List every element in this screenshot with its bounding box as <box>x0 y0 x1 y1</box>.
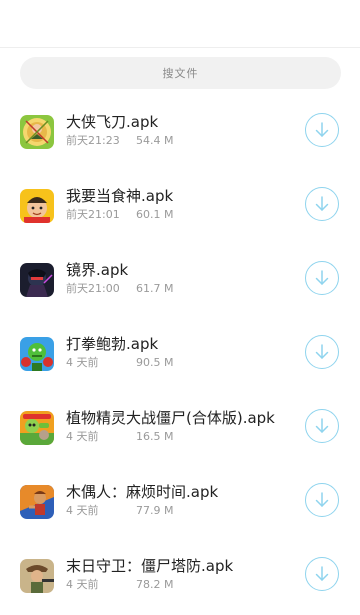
list-item[interactable]: 我要当食神.apk 前天21:01 60.1 M <box>0 171 360 245</box>
download-arrow-icon <box>315 196 329 211</box>
list-item[interactable]: 末日守卫：僵尸塔防.apk 4 天前 78.2 M <box>0 541 360 615</box>
download-button[interactable] <box>305 483 339 517</box>
app-icon-mirror-realm <box>20 263 54 297</box>
download-arrow-icon <box>315 492 329 507</box>
download-button[interactable] <box>305 261 339 295</box>
file-date: 4 天前 <box>66 578 99 591</box>
file-size: 54.4 M <box>136 134 174 147</box>
file-size: 16.5 M <box>136 430 174 443</box>
download-arrow-icon <box>315 418 329 433</box>
file-name: 植物精灵大战僵尸(合体版).apk <box>66 409 275 427</box>
file-size: 78.2 M <box>136 578 174 591</box>
search-placeholder: 搜文件 <box>162 67 199 80</box>
list-item[interactable]: 打拳鲍勃.apk 4 天前 90.5 M <box>0 319 360 393</box>
app-icon-plants-zombies <box>20 411 54 445</box>
download-arrow-icon <box>315 566 329 581</box>
file-list: 大侠飞刀.apk 前天21:23 54.4 M 我要当食神.apk 前天21:0… <box>0 97 360 600</box>
list-item[interactable]: 木偶人：麻烦时间.apk 4 天前 77.9 M <box>0 467 360 541</box>
download-arrow-icon <box>315 122 329 137</box>
download-button[interactable] <box>305 113 339 147</box>
file-name: 木偶人：麻烦时间.apk <box>66 483 219 501</box>
file-date: 4 天前 <box>66 356 99 369</box>
top-bar <box>0 0 360 48</box>
download-arrow-icon <box>315 270 329 285</box>
download-button[interactable] <box>305 187 339 221</box>
download-button[interactable] <box>305 335 339 369</box>
file-date: 前天21:23 <box>66 134 120 147</box>
file-date: 前天21:01 <box>66 208 120 221</box>
file-name: 末日守卫：僵尸塔防.apk <box>66 557 234 575</box>
list-item[interactable]: 植物精灵大战僵尸(合体版).apk 4 天前 16.5 M <box>0 393 360 467</box>
file-size: 77.9 M <box>136 504 174 517</box>
search-bar[interactable]: 搜文件 <box>20 57 341 89</box>
list-item[interactable]: 大侠飞刀.apk 前天21:23 54.4 M <box>0 97 360 171</box>
file-name: 大侠飞刀.apk <box>66 113 159 131</box>
download-button[interactable] <box>305 409 339 443</box>
file-name: 镜界.apk <box>66 261 129 279</box>
file-name: 我要当食神.apk <box>66 187 174 205</box>
app-icon-punch-bob <box>20 337 54 371</box>
download-arrow-icon <box>315 344 329 359</box>
file-size: 61.7 M <box>136 282 174 295</box>
file-date: 前天21:00 <box>66 282 120 295</box>
app-icon-chef <box>20 189 54 223</box>
list-item[interactable]: 镜界.apk 前天21:00 61.7 M <box>0 245 360 319</box>
download-button[interactable] <box>305 557 339 591</box>
file-size: 60.1 M <box>136 208 174 221</box>
file-date: 4 天前 <box>66 504 99 517</box>
app-icon-puppet <box>20 485 54 519</box>
app-icon-dart-hero <box>20 115 54 149</box>
app-icon-doomsday-guard <box>20 559 54 593</box>
file-name: 打拳鲍勃.apk <box>66 335 159 353</box>
file-date: 4 天前 <box>66 430 99 443</box>
file-size: 90.5 M <box>136 356 174 369</box>
